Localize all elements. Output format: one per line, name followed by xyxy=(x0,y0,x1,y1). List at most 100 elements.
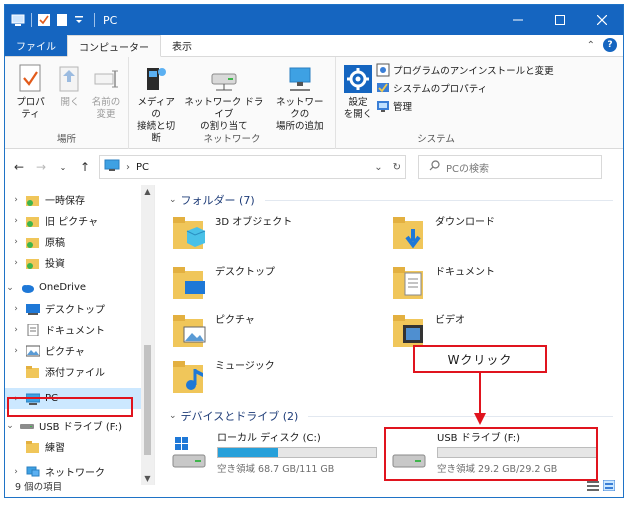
windows-drive-icon xyxy=(171,437,207,473)
pc-icon xyxy=(104,159,120,175)
network-location-icon xyxy=(285,63,315,95)
tab-view[interactable]: 表示 xyxy=(161,35,203,56)
title-bar: PC xyxy=(5,5,623,35)
folder-synced-icon xyxy=(26,194,40,206)
3d-objects-icon xyxy=(171,213,207,253)
separator xyxy=(94,13,95,27)
folder-tile-documents[interactable]: ドキュメント xyxy=(391,263,495,303)
tab-file[interactable]: ファイル xyxy=(5,34,67,56)
group-label-system: システム xyxy=(417,134,455,145)
nav-item-onedrive-documents[interactable]: › ドキュメント xyxy=(5,319,154,340)
open-icon xyxy=(55,63,85,95)
usb-drive-highlight-box xyxy=(384,427,598,481)
window-title: PC xyxy=(103,13,118,27)
nav-item-investment[interactable]: › 投資 xyxy=(5,252,154,273)
collapse-chevron-icon[interactable]: ⌄ xyxy=(5,421,15,431)
item-count: 9 個の項目 xyxy=(15,482,63,493)
folder-tile-pictures[interactable]: ピクチャ xyxy=(171,311,255,351)
collapse-chevron-icon[interactable]: ⌄ xyxy=(169,195,177,205)
expand-chevron-icon[interactable]: › xyxy=(11,304,21,314)
nav-scrollbar[interactable]: ▲ ▼ xyxy=(141,185,154,485)
system-properties-icon xyxy=(376,81,390,95)
collapse-chevron-icon[interactable]: ⌄ xyxy=(5,283,15,293)
scroll-thumb[interactable] xyxy=(144,345,151,455)
folder-tile-downloads[interactable]: ダウンロード xyxy=(391,213,495,253)
content-area: › 一時保存 › 旧 ピクチャ › 原稿 › 投資 ⌄ OneDrive › デ… xyxy=(5,185,623,485)
refresh-icon[interactable]: ↻ xyxy=(393,162,401,173)
ribbon-tabs: ファイル コンピューター 表示 ⌃ ? xyxy=(5,34,623,57)
folders-section-header[interactable]: ⌄ フォルダー (7) xyxy=(169,191,623,209)
nav-item-usb-drive[interactable]: ⌄ USB ドライブ (F:) xyxy=(5,415,154,436)
folder-synced-icon xyxy=(26,236,40,248)
folder-tile-desktop[interactable]: デスクトップ xyxy=(171,263,275,303)
search-input[interactable]: PCの検索 xyxy=(418,155,602,179)
separator xyxy=(31,13,32,27)
tab-computer[interactable]: コンピューター xyxy=(67,35,161,57)
back-arrow-icon[interactable]: ← xyxy=(11,160,27,174)
address-dropdown-icon[interactable]: ⌄ xyxy=(374,162,382,173)
minimize-button[interactable] xyxy=(497,5,539,35)
pc-highlight-box xyxy=(7,397,133,417)
nav-item-practice[interactable]: 練習 xyxy=(5,436,154,457)
ribbon: プロパティ 開く 名前の 変更 場所 メディアの 接続と切断 ネットワーク ドラ… xyxy=(5,57,623,149)
expand-chevron-icon[interactable]: › xyxy=(11,325,21,335)
ribbon-group-location: プロパティ 開く 名前の 変更 場所 xyxy=(5,57,129,149)
close-button[interactable] xyxy=(581,5,623,35)
pictures-icon xyxy=(25,345,41,357)
programs-icon xyxy=(376,63,390,77)
expand-chevron-icon[interactable]: › xyxy=(11,258,21,268)
recent-dropdown-icon[interactable]: ⌄ xyxy=(55,163,71,172)
settings-gear-icon xyxy=(343,63,373,95)
expand-chevron-icon[interactable]: › xyxy=(11,237,21,247)
collapse-ribbon-icon[interactable]: ⌃ xyxy=(587,40,595,51)
system-properties-button[interactable]: システムのプロパティ xyxy=(376,81,554,95)
cloud-icon xyxy=(20,282,34,294)
search-placeholder: PCの検索 xyxy=(446,163,490,175)
drive-usage-bar xyxy=(217,447,377,458)
nav-item-onedrive-desktop[interactable]: › デスクトップ xyxy=(5,298,154,319)
new-folder-quick-icon[interactable] xyxy=(56,14,70,26)
pc-icon xyxy=(11,14,25,26)
up-arrow-icon[interactable]: ↑ xyxy=(77,160,93,174)
status-bar: 9 個の項目 xyxy=(5,475,623,497)
explorer-window: PC ファイル コンピューター 表示 ⌃ ? プロパティ 開く 名前の 変更 場… xyxy=(4,4,624,498)
nav-item-onedrive-pictures[interactable]: › ピクチャ xyxy=(5,340,154,361)
expand-chevron-icon[interactable]: › xyxy=(11,195,21,205)
maximize-button[interactable] xyxy=(539,5,581,35)
tiles-view-icon[interactable] xyxy=(602,479,616,492)
collapse-chevron-icon[interactable]: ⌄ xyxy=(169,411,177,421)
drive-tile-c[interactable]: ローカル ディスク (C:) 空き領域 68.7 GB/111 GB xyxy=(171,429,377,475)
nav-item-onedrive[interactable]: ⌄ OneDrive xyxy=(5,277,154,298)
uninstall-programs-button[interactable]: プログラムのアンインストールと変更 xyxy=(376,63,554,77)
help-icon[interactable]: ? xyxy=(603,38,617,52)
drive-usage-fill xyxy=(218,448,279,457)
breadcrumb[interactable]: PC xyxy=(136,162,149,173)
nav-item-temp[interactable]: › 一時保存 xyxy=(5,189,154,210)
forward-arrow-icon[interactable]: → xyxy=(33,160,49,174)
pictures-icon xyxy=(171,311,207,351)
manage-button[interactable]: 管理 xyxy=(376,99,554,113)
devices-section-header[interactable]: ⌄ デバイスとドライブ (2) xyxy=(169,407,623,425)
desktop-icon xyxy=(26,303,40,315)
nav-item-old-pictures[interactable]: › 旧 ピクチャ xyxy=(5,210,154,231)
details-view-icon[interactable] xyxy=(587,480,599,491)
expand-chevron-icon[interactable]: › xyxy=(11,346,21,356)
scroll-up-icon[interactable]: ▲ xyxy=(141,187,154,196)
music-icon xyxy=(171,357,207,397)
customize-dropdown-icon[interactable] xyxy=(74,14,88,26)
folder-tile-music[interactable]: ミュージック xyxy=(171,357,275,397)
address-field[interactable]: › PC ⌄ ↻ xyxy=(99,155,406,179)
downloads-icon xyxy=(391,213,427,253)
double-click-callout: Wクリック xyxy=(413,345,547,373)
folder-icon xyxy=(26,365,40,378)
nav-item-attachments[interactable]: 添付ファイル xyxy=(5,361,154,382)
document-icon xyxy=(26,323,40,336)
folder-synced-icon xyxy=(26,257,40,269)
expand-chevron-icon[interactable]: › xyxy=(11,216,21,226)
drive-free-space: 空き領域 68.7 GB/111 GB xyxy=(217,464,335,475)
ribbon-group-system: 設定 を開く プログラムのアンインストールと変更 システムのプロパティ 管理 シ… xyxy=(336,57,554,149)
folder-tile-3d-objects[interactable]: 3D オブジェクト xyxy=(171,213,292,253)
group-label-network: ネットワーク xyxy=(203,134,261,145)
nav-item-manuscripts[interactable]: › 原稿 xyxy=(5,231,154,252)
properties-quick-icon[interactable] xyxy=(38,14,52,26)
